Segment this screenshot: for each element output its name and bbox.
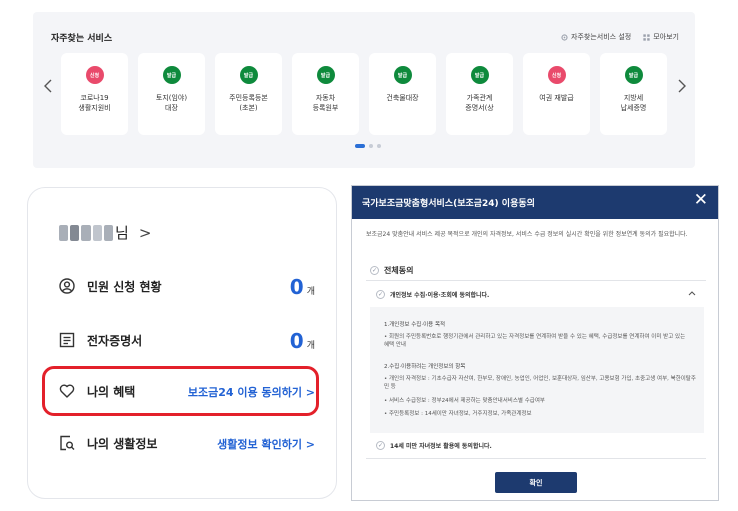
service-card-list: 신청 코로나19 생활지원비 발급 토지(임야) 대장 발급 주민등록등본 (초본) … <box>61 53 667 135</box>
edoc-count-unit: 개 <box>306 341 315 351</box>
view-all-button[interactable]: 모아보기 <box>643 32 679 42</box>
life-info-label: 나의 생활정보 <box>87 436 158 451</box>
check-icon: ✓ <box>376 441 385 450</box>
service-badge: 발급 <box>393 66 412 84</box>
detail-line: • 서비스 수급정보 : 정부24에서 제공하는 맞춤안내서비스별 수급여부 <box>384 398 545 404</box>
service-badge: 발급 <box>239 66 258 84</box>
service-badge: 신청 <box>85 66 104 84</box>
service-card[interactable]: 신청코로나19 생활지원비 <box>61 53 128 135</box>
carousel-prev-button[interactable] <box>43 78 53 98</box>
service-name: 지방세 납세증명 <box>620 94 647 112</box>
carousel-pagination <box>355 144 381 148</box>
frequent-services-title: 자주찾는 서비스 <box>51 34 113 44</box>
service-card[interactable]: 발급자동차 등록원부 <box>292 53 359 135</box>
detail-line: 2.수집·이용하려는 개인정보의 항목 <box>384 364 466 370</box>
carousel-next-button[interactable] <box>677 78 687 98</box>
check-icon: ✓ <box>370 266 379 275</box>
life-info-link[interactable]: 생활정보 확인하기 > <box>217 436 315 452</box>
modal-title: 국가보조금맞춤형서비스(보조금24) 이용동의 <box>362 199 535 209</box>
all-agree-label: 전체동의 <box>384 266 414 275</box>
civil-count-unit: 개 <box>306 287 315 297</box>
services-settings-button[interactable]: 자주찾는서비스 설정 <box>561 32 631 42</box>
civil-status-row[interactable]: 민원 신청 현황 0개 <box>59 273 315 299</box>
document-icon <box>59 332 75 348</box>
frequent-services-panel: 자주찾는 서비스 자주찾는서비스 설정 모아보기 신청코로나19 생활지원비 발… <box>33 12 695 168</box>
chevron-up-icon[interactable] <box>688 290 696 296</box>
edoc-count-number: 0 <box>289 329 304 353</box>
service-card[interactable]: 발급토지(임야) 대장 <box>138 53 205 135</box>
service-card[interactable]: 발급건축물대장 <box>369 53 436 135</box>
civil-status-label: 민원 신청 현황 <box>87 279 162 294</box>
grid-icon <box>643 33 650 41</box>
benefit-highlight-box <box>42 366 319 416</box>
carousel-dot[interactable] <box>377 144 381 148</box>
my-info-card: 님 > 민원 신청 현황 0개 전자증명서 0개 나의 혜택 보조금24 이용 … <box>27 187 337 499</box>
civil-count-number: 0 <box>289 275 304 299</box>
detail-line: 혜택 안내 <box>384 342 406 348</box>
divider <box>366 458 706 459</box>
service-badge: 발급 <box>470 66 489 84</box>
edoc-label: 전자증명서 <box>87 333 143 348</box>
service-name: 자동차 등록원부 <box>312 94 339 112</box>
user-suffix: 님 <box>115 224 129 242</box>
search-document-icon <box>60 435 75 451</box>
service-badge: 발급 <box>624 66 643 84</box>
chevron-right-icon: > <box>138 223 152 242</box>
child-info-agree-label: 14세 미만 자녀정보 활용에 동의합니다. <box>390 443 492 450</box>
all-agree-checkbox[interactable]: ✓ 전체동의 <box>370 265 413 276</box>
frequent-services-tools: 자주찾는서비스 설정 모아보기 <box>561 32 679 42</box>
service-name: 주민등록등본 (초본) <box>229 94 268 112</box>
user-name-link[interactable]: 님 > <box>59 222 151 243</box>
child-info-agree-checkbox[interactable]: ✓ 14세 미만 자녀정보 활용에 동의합니다. <box>376 441 492 450</box>
life-info-row[interactable]: 나의 생활정보 생활정보 확인하기 > <box>59 430 315 456</box>
carousel-dot[interactable] <box>369 144 373 148</box>
services-settings-label: 자주찾는서비스 설정 <box>571 33 632 41</box>
subsidy24-consent-modal: 국가보조금맞춤형서비스(보조금24) 이용동의 ✕ 보조금24 맞춤안내 서비스… <box>351 185 719 501</box>
divider <box>366 280 706 281</box>
gear-icon <box>561 33 568 41</box>
modal-description: 보조금24 맞춤안내 서비스 제공 목적으로 개인의 자격정보, 서비스 수급 … <box>366 231 688 238</box>
service-name: 가족관계 증명서(상 <box>465 94 494 112</box>
detail-line: 민 등 <box>384 384 396 390</box>
chevron-left-icon <box>44 79 52 93</box>
modal-header: 국가보조금맞춤형서비스(보조금24) 이용동의 ✕ <box>352 186 718 219</box>
service-badge: 발급 <box>162 66 181 84</box>
service-badge: 발급 <box>316 66 335 84</box>
detail-line: • 회원의 주민등록번호로 행정기관에서 관리하고 있는 자격정보를 연계하여 … <box>384 334 686 340</box>
confirm-button[interactable]: 확인 <box>495 472 577 493</box>
detail-line: 1.개인정보 수집·이용 목적 <box>384 322 446 328</box>
service-name: 여권 재발급 <box>539 94 574 102</box>
detail-line: • 개인의 자격정보 : 기초수급자 자산여, 한부모, 장애인, 농업인, 어… <box>384 376 696 382</box>
view-all-label: 모아보기 <box>653 33 679 41</box>
carousel-dot[interactable] <box>355 144 365 148</box>
civil-status-count: 0개 <box>290 275 315 299</box>
privacy-agree-label: 개인정보 수집·이용·조회에 동의합니다. <box>390 292 490 299</box>
chevron-right-icon <box>678 79 686 93</box>
detail-line: • 주민등록정보 : 14세이만 자녀정보, 거주지정보, 가족관계정보 <box>384 411 532 417</box>
check-icon: ✓ <box>376 290 385 299</box>
edoc-count: 0개 <box>290 329 315 353</box>
service-name: 코로나19 생활지원비 <box>78 94 111 112</box>
blurred-user-name <box>59 224 114 241</box>
privacy-detail-box: 1.개인정보 수집·이용 목적 • 회원의 주민등록번호로 행정기관에서 관리하… <box>370 307 704 433</box>
privacy-agree-checkbox[interactable]: ✓ 개인정보 수집·이용·조회에 동의합니다. <box>376 290 489 299</box>
user-circle-icon <box>59 278 75 294</box>
service-card[interactable]: 신청여권 재발급 <box>523 53 590 135</box>
service-name: 건축물대장 <box>386 94 419 102</box>
close-icon[interactable]: ✕ <box>694 192 708 209</box>
service-card[interactable]: 발급주민등록등본 (초본) <box>215 53 282 135</box>
service-name: 토지(임야) 대장 <box>155 94 188 112</box>
service-card[interactable]: 발급지방세 납세증명 <box>600 53 667 135</box>
service-card[interactable]: 발급가족관계 증명서(상 <box>446 53 513 135</box>
service-badge: 신청 <box>547 66 566 84</box>
edoc-row[interactable]: 전자증명서 0개 <box>59 327 315 353</box>
